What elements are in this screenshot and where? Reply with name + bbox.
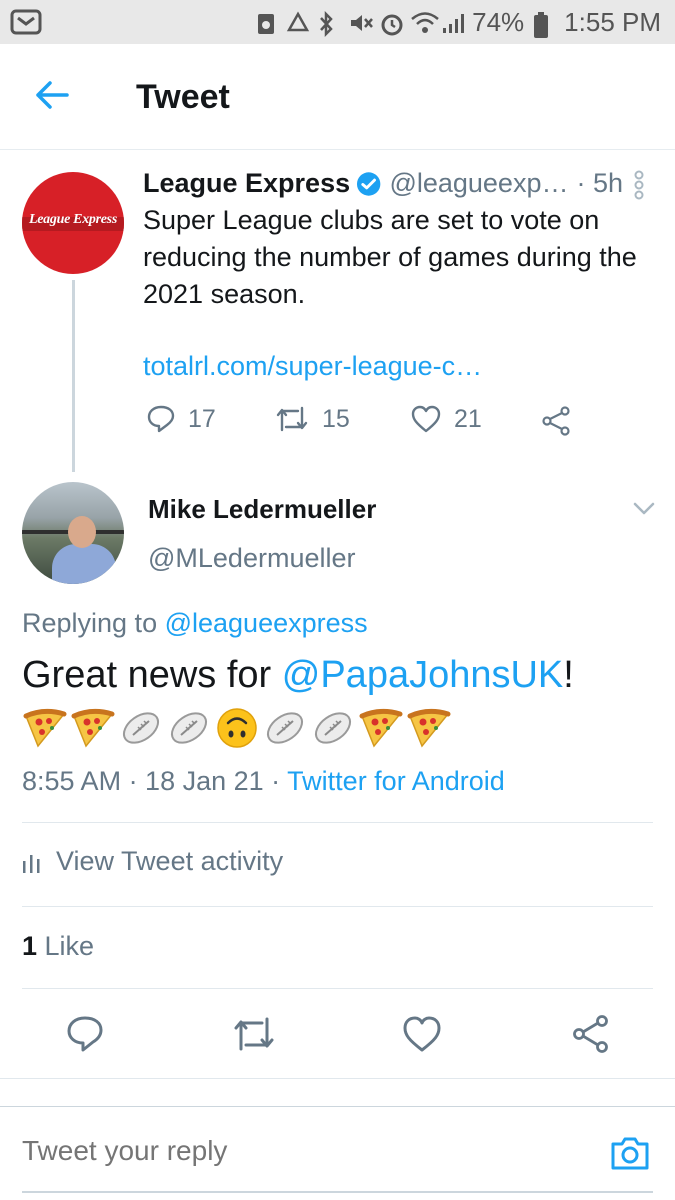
reply-author-name[interactable]: Mike Ledermueller (148, 494, 376, 525)
like-count: 21 (454, 404, 482, 433)
divider (22, 906, 653, 907)
rugby-ball-emoji-icon (314, 712, 352, 744)
pizza-emoji-icon (71, 708, 115, 748)
pizza-emoji-icon (23, 708, 67, 748)
notification-mail-icon (10, 9, 42, 40)
divider (22, 822, 653, 823)
replying-to-line: Replying to @leagueexpress (22, 608, 368, 639)
pizza-emoji-icon (359, 708, 403, 748)
reply-composer (0, 1106, 675, 1200)
share-icon (542, 406, 570, 436)
recycle-icon (286, 10, 310, 35)
wifi-icon (410, 11, 439, 35)
reply-icon (67, 1016, 103, 1052)
app-bar: Tweet (0, 44, 675, 150)
share-icon (573, 1015, 608, 1053)
tweet-text-before: Great news for (22, 654, 282, 696)
author-name[interactable]: League Express (143, 168, 350, 199)
retweet-button[interactable] (231, 1014, 277, 1054)
likes-summary[interactable]: 1 Like (22, 931, 94, 962)
emoji-row (22, 706, 452, 750)
tweet-age: · 5h (576, 168, 623, 198)
retweet-icon (234, 1017, 274, 1051)
clock: 1:55 PM (564, 7, 661, 37)
reply-author-handle[interactable]: @MLedermueller (148, 543, 355, 574)
papajohns-mention-link[interactable]: @PapaJohnsUK (282, 654, 564, 696)
heart-icon (403, 1016, 441, 1052)
more-options-icon[interactable] (633, 170, 645, 200)
tweet-reply-input[interactable] (22, 1135, 582, 1167)
view-tweet-activity-button[interactable]: View Tweet activity (22, 846, 283, 877)
bluetooth-icon (317, 10, 339, 37)
retweet-icon (276, 406, 308, 432)
like-button[interactable] (402, 1014, 442, 1054)
back-arrow-icon[interactable] (34, 80, 70, 110)
quoted-tweet-header: League Express @leagueexp… · 5h (143, 168, 623, 199)
quoted-reply-button[interactable]: 17 (146, 404, 216, 434)
view-tweet-activity-label: View Tweet activity (56, 846, 284, 876)
mute-icon (348, 11, 374, 35)
rugby-ball-emoji-icon (266, 712, 304, 744)
divider (22, 988, 653, 989)
author-handle[interactable]: @leagueexp… (389, 168, 568, 199)
likes-count: 1 (22, 931, 38, 961)
quoted-retweet-button[interactable]: 15 (274, 404, 350, 434)
retweet-count: 15 (322, 404, 350, 433)
battery-percent: 74% (472, 7, 525, 37)
pizza-emoji-icon (407, 708, 451, 748)
quoted-like-button[interactable]: 21 (410, 404, 482, 434)
alarm-icon (379, 11, 403, 35)
camera-icon[interactable] (610, 1135, 650, 1171)
reply-icon (147, 405, 175, 433)
storage-icon (255, 11, 277, 35)
rugby-ball-emoji-icon (122, 712, 160, 744)
analytics-icon (23, 854, 40, 873)
signal-icon (441, 11, 465, 35)
tweet-timestamp: 8:55 AM · 18 Jan 21 · (22, 766, 288, 796)
tweet-meta: 8:55 AM · 18 Jan 21 · Twitter for Androi… (22, 766, 505, 797)
reply-button[interactable] (65, 1014, 105, 1054)
reply-tweet-text: Great news for @PapaJohnsUK! (22, 654, 574, 697)
input-underline (22, 1191, 653, 1193)
tweet-text-after: ! (563, 654, 574, 696)
league-express-avatar[interactable]: League Express (22, 172, 124, 274)
tweet-source-link[interactable]: Twitter for Android (287, 766, 505, 796)
reply-count: 17 (188, 404, 216, 433)
chevron-down-icon[interactable] (633, 502, 655, 516)
quoted-tweet-text: Super League clubs are set to vote on re… (143, 205, 637, 309)
verified-badge-icon (357, 171, 381, 196)
rugby-ball-emoji-icon (170, 712, 208, 744)
replying-prefix: Replying to (22, 608, 165, 638)
share-button[interactable] (571, 1014, 611, 1054)
divider (0, 1078, 675, 1079)
quoted-share-button[interactable] (541, 406, 573, 436)
heart-icon (411, 405, 441, 433)
replying-to-link[interactable]: @leagueexpress (165, 608, 368, 638)
thread-connector-line (72, 280, 75, 472)
upside-down-face-emoji-icon (217, 708, 257, 748)
likes-label: Like (37, 931, 95, 961)
page-title: Tweet (136, 78, 230, 116)
mike-ledermueller-avatar[interactable] (22, 482, 124, 584)
article-link[interactable]: totalrl.com/super-league-c… (143, 351, 482, 382)
battery-icon (533, 11, 555, 38)
avatar-logo-text: League Express (29, 212, 117, 227)
status-bar: 74% 1:55 PM (0, 0, 675, 44)
